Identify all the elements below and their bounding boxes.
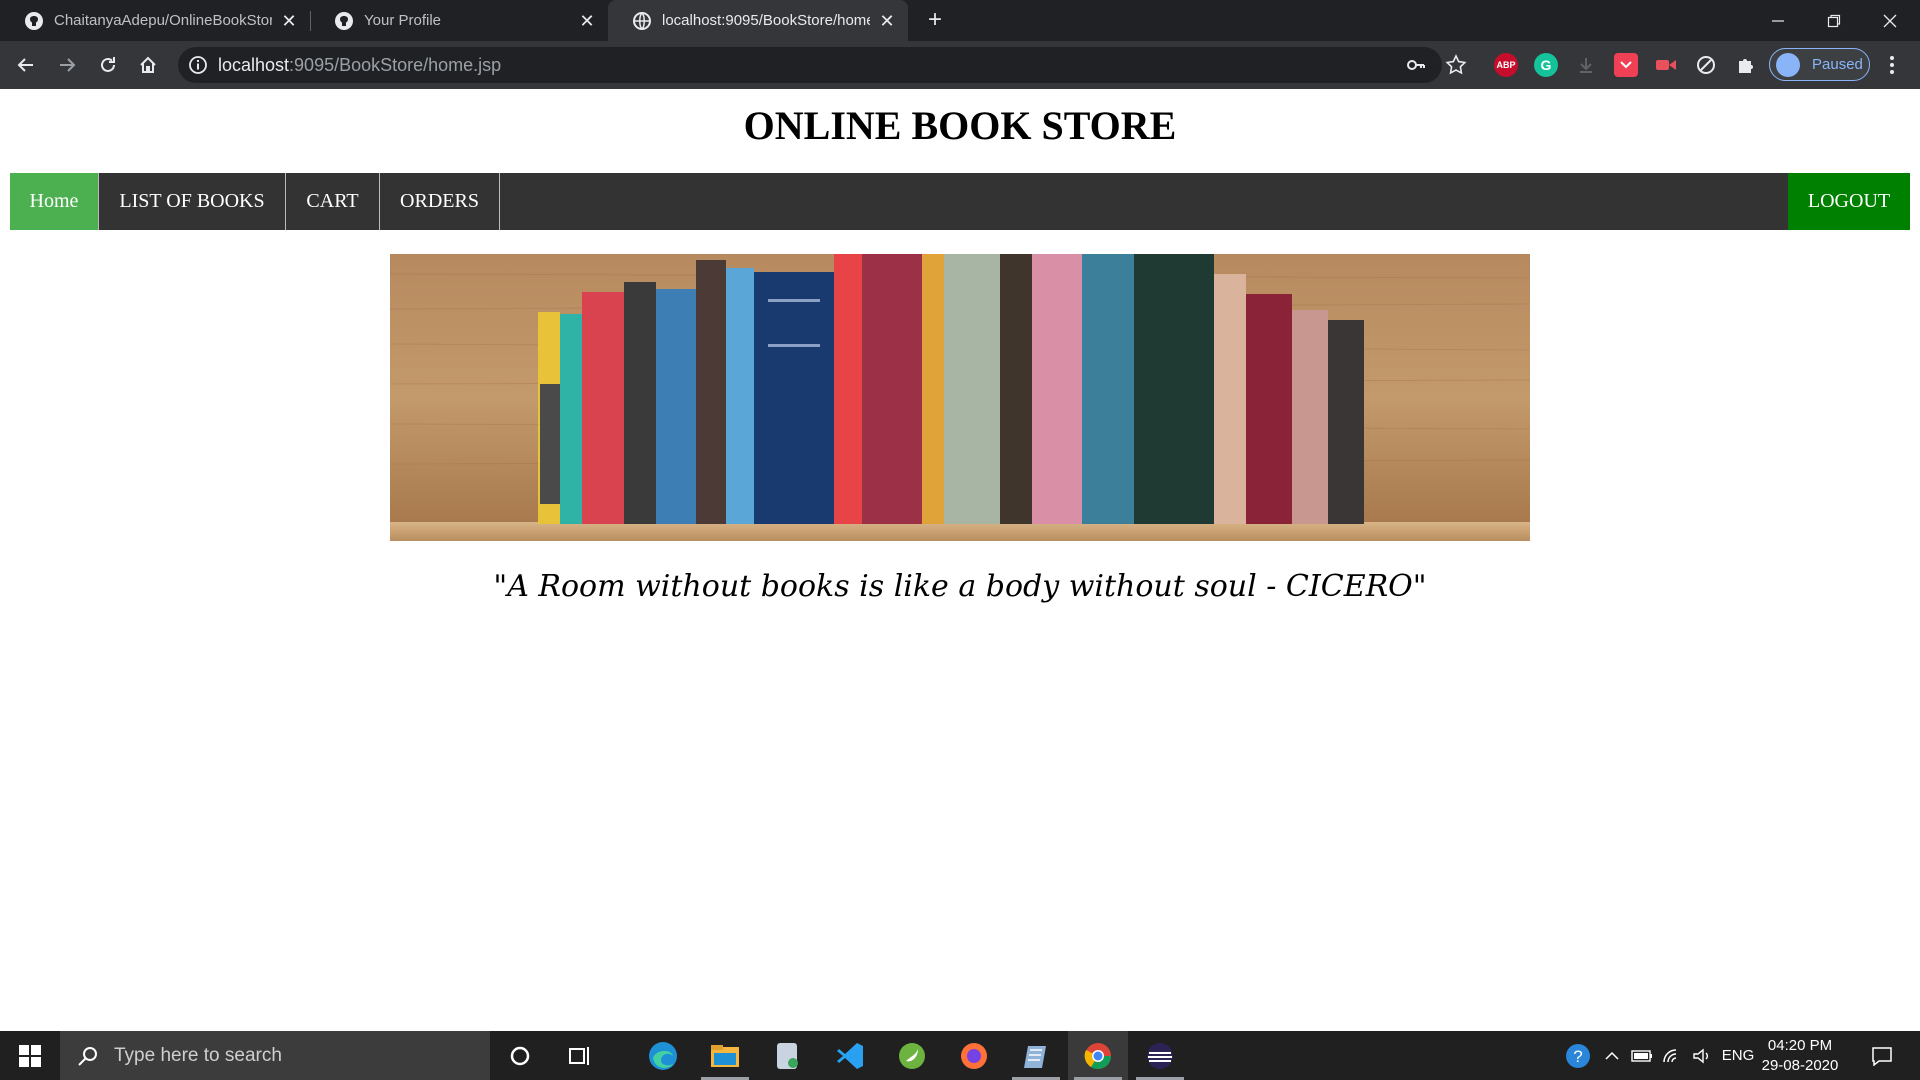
start-button[interactable]: [0, 1031, 60, 1080]
browser-toolbar: localhost:9095/BookStore/home.jsp ABP G …: [0, 41, 1920, 89]
profile-status: Paused: [1812, 56, 1863, 73]
arrow-left-icon: [17, 58, 33, 72]
restore-window-button[interactable]: [1806, 0, 1862, 41]
web-page: ONLINE BOOK STORE Home LIST OF BOOKS CAR…: [0, 89, 1920, 1031]
tab-title: localhost:9095/BookStore/home.j: [662, 12, 870, 29]
reload-button[interactable]: [92, 49, 124, 81]
firefox-icon[interactable]: [944, 1031, 1004, 1080]
edge-icon[interactable]: [633, 1031, 693, 1080]
help-icon[interactable]: ?: [1560, 1031, 1596, 1080]
minimize-window-button[interactable]: [1750, 0, 1806, 41]
clock-time: 04:20 PM: [1767, 1037, 1833, 1054]
browser-tab-bookstore[interactable]: localhost:9095/BookStore/home.j ✕: [608, 0, 908, 41]
adblock-plus-icon[interactable]: ABP: [1494, 53, 1518, 77]
profile-button[interactable]: Paused: [1769, 48, 1870, 81]
search-icon: [78, 1046, 97, 1066]
battery-icon[interactable]: [1628, 1031, 1656, 1080]
spring-tool-icon[interactable]: [882, 1031, 942, 1080]
book-spines: [538, 254, 1364, 524]
close-tab-icon[interactable]: ✕: [878, 12, 896, 30]
chevron-up-icon[interactable]: [1600, 1031, 1624, 1080]
browser-tabstrip: ChaitanyaAdepu/OnlineBookStor ✕ Your Pro…: [0, 0, 1920, 41]
avatar: [1776, 53, 1800, 77]
github-icon: [25, 11, 43, 30]
search-placeholder: Type here to search: [114, 1044, 282, 1066]
restore-icon: [1827, 14, 1841, 27]
url-path: :9095/BookStore/home.jsp: [289, 55, 502, 75]
video-icon[interactable]: [1654, 53, 1678, 77]
github-icon: [335, 11, 353, 30]
reload-icon: [101, 57, 115, 72]
info-icon[interactable]: [188, 55, 208, 75]
system-clock[interactable]: 04:20 PM 29-08-2020: [1755, 1036, 1845, 1076]
close-icon: [1883, 14, 1897, 27]
eclipse-icon[interactable]: [1130, 1031, 1190, 1080]
file-manager-icon[interactable]: [757, 1031, 817, 1080]
arrow-right-icon: [60, 58, 76, 72]
minimize-icon: [1772, 19, 1784, 22]
globe-icon: [633, 11, 651, 30]
star-icon: [1445, 54, 1467, 75]
chrome-icon[interactable]: [1068, 1031, 1128, 1080]
volume-icon[interactable]: [1688, 1031, 1716, 1080]
taskbar-search-box[interactable]: Type here to search: [60, 1031, 490, 1080]
nav-orders-link[interactable]: ORDERS: [380, 173, 500, 230]
address-bar[interactable]: localhost:9095/BookStore/home.jsp: [178, 47, 1442, 83]
forward-button[interactable]: [51, 49, 83, 81]
nav-list-of-books-link[interactable]: LIST OF BOOKS: [99, 173, 286, 230]
page-title: ONLINE BOOK STORE: [743, 103, 1177, 148]
nav-logout-link[interactable]: LOGOUT: [1788, 173, 1910, 230]
url-host: localhost: [218, 55, 290, 75]
file-explorer-icon[interactable]: [695, 1031, 755, 1080]
task-view-icon[interactable]: [550, 1031, 610, 1080]
notification-center-icon[interactable]: [1862, 1031, 1902, 1080]
bookmark-button[interactable]: [1440, 49, 1472, 81]
bookshelf-banner-image: [390, 254, 1530, 541]
close-tab-icon[interactable]: ✕: [280, 12, 298, 30]
browser-tab-your-profile[interactable]: Your Profile ✕: [310, 0, 608, 41]
browser-menu-button[interactable]: [1876, 49, 1908, 81]
windows-taskbar: Type here to search ? ENG 04:20 PM 29-08…: [0, 1031, 1920, 1080]
home-icon: [140, 56, 156, 73]
new-tab-button[interactable]: +: [922, 8, 948, 34]
clock-date: 29-08-2020: [1761, 1057, 1839, 1074]
extensions-puzzle-icon[interactable]: [1734, 53, 1758, 77]
browser-tab-github-repo[interactable]: ChaitanyaAdepu/OnlineBookStor ✕: [0, 0, 310, 41]
nav-home-link[interactable]: Home: [10, 173, 99, 230]
tab-title: Your Profile: [364, 12, 441, 29]
site-navbar: Home LIST OF BOOKS CART ORDERS LOGOUT: [10, 173, 1910, 230]
close-tab-icon[interactable]: ✕: [578, 12, 596, 30]
quote-text: "A Room without books is like a body wit…: [493, 569, 1427, 604]
tab-title: ChaitanyaAdepu/OnlineBookStor: [54, 12, 272, 29]
svg-text:?: ?: [1573, 1047, 1582, 1066]
block-icon[interactable]: [1694, 53, 1718, 77]
url-text[interactable]: localhost:9095/BookStore/home.jsp: [218, 55, 501, 76]
back-button[interactable]: [10, 49, 42, 81]
download-icon[interactable]: [1574, 53, 1598, 77]
more-vert-icon: [1890, 56, 1894, 74]
nav-cart-link[interactable]: CART: [286, 173, 380, 230]
key-icon[interactable]: [1406, 55, 1426, 75]
windows-logo-icon: [19, 1044, 41, 1067]
cortana-icon[interactable]: [490, 1031, 550, 1080]
input-language[interactable]: ENG: [1718, 1031, 1758, 1080]
pocket-icon[interactable]: [1614, 53, 1638, 77]
notepad-icon[interactable]: [1006, 1031, 1066, 1080]
close-window-button[interactable]: [1862, 0, 1918, 41]
home-button[interactable]: [132, 49, 164, 81]
vscode-icon[interactable]: [820, 1031, 880, 1080]
grammarly-icon[interactable]: G: [1534, 53, 1558, 77]
wifi-icon[interactable]: [1658, 1031, 1686, 1080]
